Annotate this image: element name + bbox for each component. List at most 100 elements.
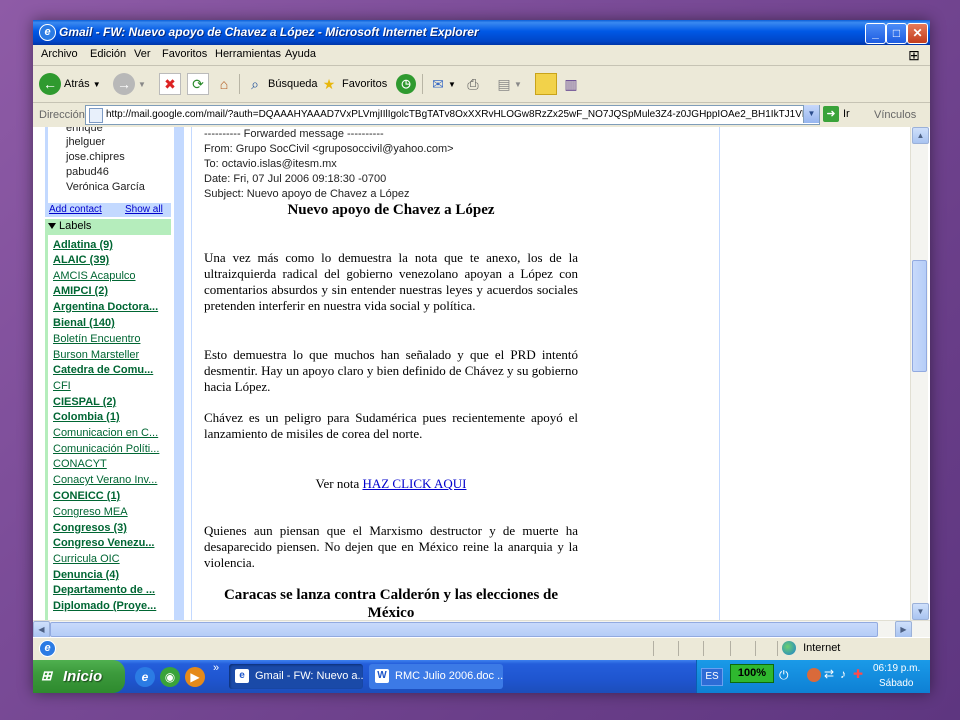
label-item[interactable]: CONACYT bbox=[53, 458, 171, 470]
history-button[interactable]: ◷ bbox=[396, 71, 416, 97]
label-item[interactable]: AMIPCI (2) bbox=[53, 285, 171, 297]
label-item[interactable]: Boletín Encuentro bbox=[53, 333, 171, 345]
refresh-button[interactable]: ⟳ bbox=[187, 71, 209, 97]
label-item[interactable]: Departamento de ... bbox=[53, 584, 171, 596]
menu-edicion[interactable]: Edición bbox=[90, 48, 126, 60]
menu-favoritos[interactable]: Favoritos bbox=[162, 48, 207, 60]
label-item[interactable]: Denuncia (4) bbox=[53, 569, 171, 581]
contact-item[interactable]: enrique bbox=[66, 127, 103, 134]
scroll-right-icon[interactable]: ▶ bbox=[895, 621, 912, 638]
contact-item[interactable]: pabud46 bbox=[66, 166, 109, 178]
task-word-doc[interactable]: W RMC Julio 2006.doc ... bbox=[369, 664, 503, 689]
collapse-triangle-icon[interactable] bbox=[48, 223, 56, 229]
history-icon: ◷ bbox=[396, 74, 416, 94]
hscroll-thumb[interactable] bbox=[50, 622, 878, 637]
edit-icon: ▤ bbox=[497, 76, 511, 92]
menu-ver[interactable]: Ver bbox=[134, 48, 151, 60]
address-dropdown-icon[interactable]: ▼ bbox=[803, 105, 819, 123]
edit-button[interactable]: ▤ ▼ bbox=[494, 71, 522, 97]
quicklaunch-chevron-icon[interactable]: » bbox=[213, 662, 219, 674]
clock-time[interactable]: 06:19 p.m. bbox=[873, 663, 920, 674]
label-item[interactable]: CONEICC (1) bbox=[53, 490, 171, 502]
vertical-scrollbar[interactable]: ▲ ▼ bbox=[910, 127, 929, 620]
label-item[interactable]: Catedra de Comu... bbox=[53, 364, 171, 376]
messenger-button[interactable] bbox=[535, 71, 557, 97]
edit-dropdown-icon[interactable]: ▼ bbox=[514, 80, 522, 89]
label-item[interactable]: Adlatina (9) bbox=[53, 239, 171, 251]
paragraph: Esto demuestra lo que muchos han señalad… bbox=[204, 347, 578, 394]
close-button[interactable]: ✕ bbox=[907, 23, 928, 44]
add-contact-link[interactable]: Add contact bbox=[49, 204, 102, 215]
stop-button[interactable]: ✖ bbox=[159, 71, 181, 97]
mail-icon: ✉ bbox=[432, 76, 444, 92]
click-here-link[interactable]: HAZ CLICK AQUI bbox=[362, 476, 466, 491]
label-item[interactable]: Congresos (3) bbox=[53, 522, 171, 534]
labels-header[interactable]: Labels bbox=[45, 219, 171, 235]
forwarded-line: ---------- Forwarded message ---------- bbox=[204, 128, 384, 140]
print-button[interactable]: ⎙ bbox=[463, 71, 483, 97]
horizontal-scrollbar[interactable]: ◀ ▶ bbox=[33, 620, 930, 638]
quick-contacts: enrique jhelguer jose.chipres pabud46 Ve… bbox=[45, 127, 177, 209]
menu-herramientas[interactable]: Herramientas bbox=[215, 48, 281, 60]
forward-button[interactable]: → ▼ bbox=[113, 71, 146, 97]
menu-archivo[interactable]: Archivo bbox=[41, 48, 78, 60]
scroll-thumb[interactable] bbox=[912, 260, 927, 372]
label-item[interactable]: Curricula OIC bbox=[53, 553, 171, 565]
label-item[interactable]: Bienal (140) bbox=[53, 317, 171, 329]
label-item[interactable]: AMCIS Acapulco bbox=[53, 270, 171, 282]
mail-dropdown-icon[interactable]: ▼ bbox=[448, 80, 456, 89]
favorites-button[interactable]: ★ Favoritos bbox=[319, 71, 388, 97]
mail-button[interactable]: ✉ ▼ bbox=[428, 71, 456, 97]
label-item[interactable]: Comunicación Políti... bbox=[53, 443, 171, 455]
security-alert-icon[interactable]: ✚ bbox=[853, 667, 863, 681]
label-item[interactable]: Conacyt Verano Inv... bbox=[53, 474, 171, 486]
maximize-button[interactable]: □ bbox=[886, 23, 907, 44]
network-icon[interactable]: ⇄ bbox=[824, 667, 834, 681]
ie-task-icon: e bbox=[235, 669, 249, 683]
scroll-down-icon[interactable]: ▼ bbox=[912, 603, 929, 620]
globe-icon bbox=[782, 641, 796, 655]
label-item[interactable]: Argentina Doctora... bbox=[53, 301, 171, 313]
power-plug-icon[interactable]: ⏻ bbox=[779, 668, 789, 683]
menu-ayuda[interactable]: Ayuda bbox=[285, 48, 316, 60]
contact-item[interactable]: Verónica García bbox=[66, 181, 145, 193]
links-label[interactable]: Vínculos bbox=[874, 109, 916, 121]
language-indicator[interactable]: ES bbox=[701, 668, 723, 686]
task-gmail[interactable]: e Gmail - FW: Nuevo a... bbox=[229, 664, 363, 689]
back-button[interactable]: ← Atrás ▼ bbox=[39, 71, 101, 97]
stop-icon: ✖ bbox=[159, 73, 181, 95]
player-quicklaunch-icon[interactable]: ▶ bbox=[185, 667, 205, 687]
label-item[interactable]: ALAIC (39) bbox=[53, 254, 171, 266]
label-item[interactable]: Burson Marsteller bbox=[53, 349, 171, 361]
back-dropdown-icon[interactable]: ▼ bbox=[93, 80, 101, 89]
scroll-left-icon[interactable]: ◀ bbox=[33, 621, 50, 638]
label-item[interactable]: Colombia (1) bbox=[53, 411, 171, 423]
label-item[interactable]: CIESPAL (2) bbox=[53, 396, 171, 408]
label-item[interactable]: Congreso MEA bbox=[53, 506, 171, 518]
forward-dropdown-icon[interactable]: ▼ bbox=[138, 80, 146, 89]
contact-item[interactable]: jhelguer bbox=[66, 136, 105, 148]
label-item[interactable]: CFI bbox=[53, 380, 171, 392]
minimize-button[interactable]: _ bbox=[865, 23, 886, 44]
window-title: Gmail - FW: Nuevo apoyo de Chavez a Lópe… bbox=[59, 25, 479, 39]
label-item[interactable]: Congreso Venezu... bbox=[53, 537, 171, 549]
label-item[interactable]: Diplomado (Proye... bbox=[53, 600, 171, 612]
battery-indicator[interactable]: 100% bbox=[730, 664, 774, 683]
ie-quicklaunch-icon[interactable]: e bbox=[135, 667, 155, 687]
search-button[interactable]: ⌕ Búsqueda bbox=[245, 71, 317, 97]
article-title: Nuevo apoyo de Chavez a López bbox=[287, 202, 495, 218]
contact-item[interactable]: jose.chipres bbox=[66, 151, 125, 163]
label-item[interactable]: Comunicacion en C... bbox=[53, 427, 171, 439]
volume-icon[interactable]: ♪ bbox=[840, 667, 846, 681]
start-button[interactable]: ⊞ Inicio bbox=[33, 660, 125, 693]
go-button[interactable]: ➜ Ir bbox=[823, 106, 850, 122]
research-button[interactable]: ▥ bbox=[561, 71, 581, 97]
tray-app-icon[interactable] bbox=[807, 668, 821, 682]
address-input[interactable]: http://mail.google.com/mail/?auth=DQAAAH… bbox=[85, 105, 820, 125]
home-button[interactable]: ⌂ bbox=[214, 71, 234, 97]
note-icon bbox=[535, 73, 557, 95]
from-line: From: Grupo SocCivil <gruposoccivil@yaho… bbox=[204, 143, 454, 155]
scroll-up-icon[interactable]: ▲ bbox=[912, 127, 929, 144]
show-all-link[interactable]: Show all bbox=[125, 204, 163, 215]
media-quicklaunch-icon[interactable]: ◉ bbox=[160, 667, 180, 687]
